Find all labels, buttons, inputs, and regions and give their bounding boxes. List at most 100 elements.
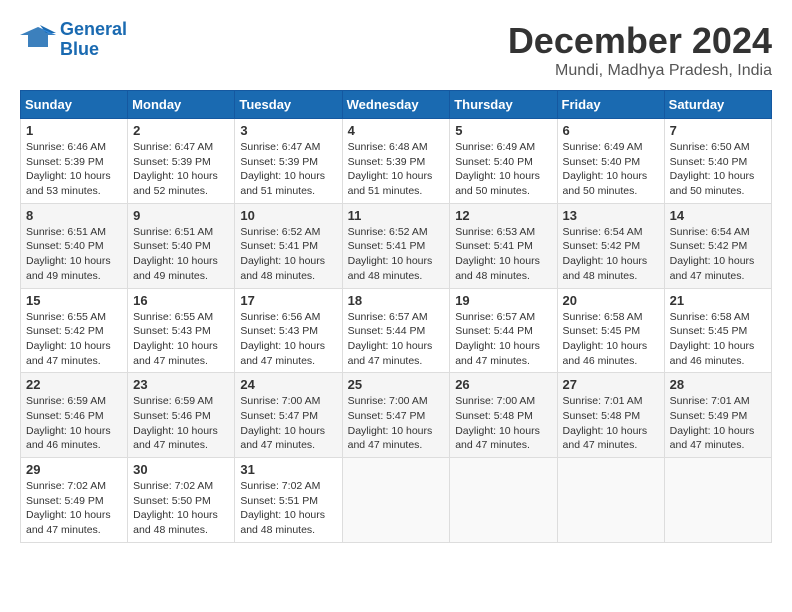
day-info: Sunrise: 7:00 AMSunset: 5:47 PMDaylight:…: [348, 394, 445, 453]
day-number: 14: [670, 208, 766, 223]
calendar-day-cell: 22 Sunrise: 6:59 AMSunset: 5:46 PMDayligh…: [21, 373, 128, 458]
day-number: 23: [133, 377, 229, 392]
empty-cell: [557, 458, 664, 543]
day-number: 1: [26, 123, 122, 138]
calendar-day-cell: 16 Sunrise: 6:55 AMSunset: 5:43 PMDayligh…: [128, 288, 235, 373]
calendar-day-cell: 29Sunrise: 7:02 AMSunset: 5:49 PMDayligh…: [21, 458, 128, 543]
calendar-week-row: 1 Sunrise: 6:46 AMSunset: 5:39 PMDaylight…: [21, 119, 772, 204]
calendar-day-cell: 26 Sunrise: 7:00 AMSunset: 5:48 PMDayligh…: [450, 373, 557, 458]
calendar-day-cell: 2 Sunrise: 6:47 AMSunset: 5:39 PMDaylight…: [128, 119, 235, 204]
day-number: 9: [133, 208, 229, 223]
day-info: Sunrise: 6:52 AMSunset: 5:41 PMDaylight:…: [240, 225, 336, 284]
day-info: Sunrise: 6:49 AMSunset: 5:40 PMDaylight:…: [563, 140, 659, 199]
day-number: 22: [26, 377, 122, 392]
calendar-day-cell: 8 Sunrise: 6:51 AMSunset: 5:40 PMDaylight…: [21, 203, 128, 288]
calendar-day-cell: 30 Sunrise: 7:02 AMSunset: 5:50 PMDayligh…: [128, 458, 235, 543]
empty-cell: [664, 458, 771, 543]
day-number: 2: [133, 123, 229, 138]
calendar-header-row: SundayMondayTuesdayWednesdayThursdayFrid…: [21, 91, 772, 119]
day-of-week-header: Monday: [128, 91, 235, 119]
day-number: 6: [563, 123, 659, 138]
calendar-day-cell: 25 Sunrise: 7:00 AMSunset: 5:47 PMDayligh…: [342, 373, 450, 458]
day-number: 30: [133, 462, 229, 477]
calendar-day-cell: 21 Sunrise: 6:58 AMSunset: 5:45 PMDayligh…: [664, 288, 771, 373]
day-number: 19: [455, 293, 551, 308]
day-number: 21: [670, 293, 766, 308]
calendar-day-cell: 3 Sunrise: 6:47 AMSunset: 5:39 PMDaylight…: [235, 119, 342, 204]
location: Mundi, Madhya Pradesh, India: [508, 62, 772, 80]
day-number: 17: [240, 293, 336, 308]
day-number: 3: [240, 123, 336, 138]
page-header: General Blue December 2024 Mundi, Madhya…: [20, 20, 772, 80]
day-of-week-header: Thursday: [450, 91, 557, 119]
calendar-day-cell: 14 Sunrise: 6:54 AMSunset: 5:42 PMDayligh…: [664, 203, 771, 288]
day-number: 27: [563, 377, 659, 392]
day-info: Sunrise: 7:02 AMSunset: 5:50 PMDaylight:…: [133, 479, 229, 538]
day-info: Sunrise: 6:59 AMSunset: 5:46 PMDaylight:…: [133, 394, 229, 453]
day-info: Sunrise: 6:47 AMSunset: 5:39 PMDaylight:…: [240, 140, 336, 199]
calendar-table: SundayMondayTuesdayWednesdayThursdayFrid…: [20, 90, 772, 543]
calendar-day-cell: 4 Sunrise: 6:48 AMSunset: 5:39 PMDaylight…: [342, 119, 450, 204]
day-info: Sunrise: 6:56 AMSunset: 5:43 PMDaylight:…: [240, 310, 336, 369]
calendar-day-cell: 9 Sunrise: 6:51 AMSunset: 5:40 PMDaylight…: [128, 203, 235, 288]
day-info: Sunrise: 7:00 AMSunset: 5:47 PMDaylight:…: [240, 394, 336, 453]
day-info: Sunrise: 6:57 AMSunset: 5:44 PMDaylight:…: [348, 310, 445, 369]
day-number: 11: [348, 208, 445, 223]
calendar-day-cell: 17 Sunrise: 6:56 AMSunset: 5:43 PMDayligh…: [235, 288, 342, 373]
day-of-week-header: Saturday: [664, 91, 771, 119]
calendar-day-cell: 7Sunrise: 6:50 AMSunset: 5:40 PMDaylight…: [664, 119, 771, 204]
month-title: December 2024: [508, 20, 772, 62]
day-info: Sunrise: 7:02 AMSunset: 5:51 PMDaylight:…: [240, 479, 336, 538]
title-block: December 2024 Mundi, Madhya Pradesh, Ind…: [508, 20, 772, 80]
calendar-day-cell: 10Sunrise: 6:52 AMSunset: 5:41 PMDayligh…: [235, 203, 342, 288]
day-info: Sunrise: 7:01 AMSunset: 5:49 PMDaylight:…: [670, 394, 766, 453]
calendar-day-cell: 24 Sunrise: 7:00 AMSunset: 5:47 PMDayligh…: [235, 373, 342, 458]
day-info: Sunrise: 7:00 AMSunset: 5:48 PMDaylight:…: [455, 394, 551, 453]
calendar-day-cell: 13Sunrise: 6:54 AMSunset: 5:42 PMDayligh…: [557, 203, 664, 288]
calendar-day-cell: 6 Sunrise: 6:49 AMSunset: 5:40 PMDaylight…: [557, 119, 664, 204]
day-number: 20: [563, 293, 659, 308]
day-info: Sunrise: 6:48 AMSunset: 5:39 PMDaylight:…: [348, 140, 445, 199]
day-info: Sunrise: 6:54 AMSunset: 5:42 PMDaylight:…: [670, 225, 766, 284]
day-number: 18: [348, 293, 445, 308]
day-info: Sunrise: 6:59 AMSunset: 5:46 PMDaylight:…: [26, 394, 122, 453]
day-number: 8: [26, 208, 122, 223]
day-number: 28: [670, 377, 766, 392]
calendar-week-row: 8 Sunrise: 6:51 AMSunset: 5:40 PMDaylight…: [21, 203, 772, 288]
day-info: Sunrise: 6:50 AMSunset: 5:40 PMDaylight:…: [670, 140, 766, 199]
calendar-day-cell: 11Sunrise: 6:52 AMSunset: 5:41 PMDayligh…: [342, 203, 450, 288]
calendar-week-row: 29Sunrise: 7:02 AMSunset: 5:49 PMDayligh…: [21, 458, 772, 543]
day-info: Sunrise: 7:01 AMSunset: 5:48 PMDaylight:…: [563, 394, 659, 453]
day-number: 24: [240, 377, 336, 392]
calendar-day-cell: 19Sunrise: 6:57 AMSunset: 5:44 PMDayligh…: [450, 288, 557, 373]
day-of-week-header: Tuesday: [235, 91, 342, 119]
calendar-day-cell: 23 Sunrise: 6:59 AMSunset: 5:46 PMDayligh…: [128, 373, 235, 458]
day-number: 26: [455, 377, 551, 392]
day-info: Sunrise: 6:58 AMSunset: 5:45 PMDaylight:…: [670, 310, 766, 369]
calendar-week-row: 22 Sunrise: 6:59 AMSunset: 5:46 PMDayligh…: [21, 373, 772, 458]
day-info: Sunrise: 6:55 AMSunset: 5:42 PMDaylight:…: [26, 310, 122, 369]
calendar-day-cell: 12Sunrise: 6:53 AMSunset: 5:41 PMDayligh…: [450, 203, 557, 288]
day-number: 15: [26, 293, 122, 308]
empty-cell: [342, 458, 450, 543]
day-number: 4: [348, 123, 445, 138]
day-number: 31: [240, 462, 336, 477]
day-info: Sunrise: 6:55 AMSunset: 5:43 PMDaylight:…: [133, 310, 229, 369]
empty-cell: [450, 458, 557, 543]
day-info: Sunrise: 6:47 AMSunset: 5:39 PMDaylight:…: [133, 140, 229, 199]
day-number: 25: [348, 377, 445, 392]
calendar-week-row: 15 Sunrise: 6:55 AMSunset: 5:42 PMDayligh…: [21, 288, 772, 373]
calendar-day-cell: 5Sunrise: 6:49 AMSunset: 5:40 PMDaylight…: [450, 119, 557, 204]
day-info: Sunrise: 6:51 AMSunset: 5:40 PMDaylight:…: [26, 225, 122, 284]
day-number: 12: [455, 208, 551, 223]
day-info: Sunrise: 6:58 AMSunset: 5:45 PMDaylight:…: [563, 310, 659, 369]
day-number: 29: [26, 462, 122, 477]
calendar-day-cell: 20 Sunrise: 6:58 AMSunset: 5:45 PMDayligh…: [557, 288, 664, 373]
calendar-day-cell: 31 Sunrise: 7:02 AMSunset: 5:51 PMDayligh…: [235, 458, 342, 543]
day-info: Sunrise: 6:51 AMSunset: 5:40 PMDaylight:…: [133, 225, 229, 284]
day-number: 16: [133, 293, 229, 308]
day-of-week-header: Wednesday: [342, 91, 450, 119]
day-of-week-header: Sunday: [21, 91, 128, 119]
day-info: Sunrise: 6:46 AMSunset: 5:39 PMDaylight:…: [26, 140, 122, 199]
logo-text: General Blue: [60, 20, 127, 60]
